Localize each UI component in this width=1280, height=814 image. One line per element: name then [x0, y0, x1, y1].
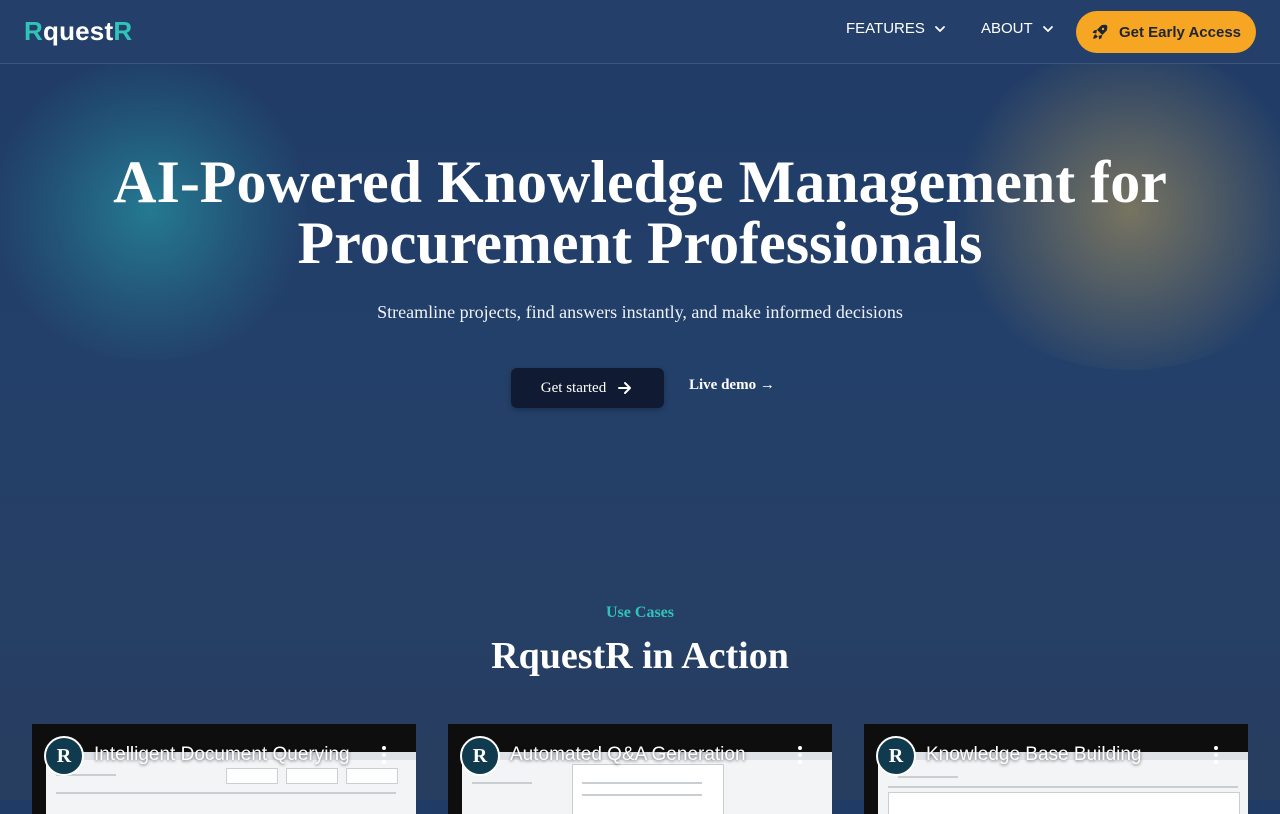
video-card-knowledge-base[interactable]: R Knowledge Base Building — [864, 724, 1248, 814]
use-cases-title: RquestR in Action — [491, 635, 789, 677]
logo-letter-middle: quest — [42, 16, 114, 46]
channel-avatar: R — [876, 736, 916, 776]
get-started-button[interactable]: Get started — [511, 368, 664, 408]
hero-title: AI-Powered Knowledge Management for Proc… — [0, 152, 1280, 274]
brand-logo[interactable]: RquestR — [24, 16, 132, 47]
video-card-document-querying[interactable]: R Intelligent Document Querying — [32, 724, 416, 814]
hero-subtitle: Streamline projects, find answers instan… — [377, 302, 903, 322]
video-card-qa-generation[interactable]: R Automated Q&A Generation — [448, 724, 832, 814]
channel-avatar: R — [44, 736, 84, 776]
top-navbar: RquestR FEATURES ABOUT Get Early Access — [0, 0, 1280, 64]
video-title: Intelligent Document Querying — [94, 744, 350, 765]
chevron-down-icon — [1042, 25, 1053, 32]
logo-letter-last: R — [113, 16, 133, 46]
more-options-icon[interactable] — [382, 746, 386, 766]
hero-title-line-2: Procurement Professionals — [297, 210, 983, 276]
nav-about-label: ABOUT — [981, 20, 1033, 37]
video-title: Automated Q&A Generation — [510, 744, 746, 765]
rocket-icon — [1092, 24, 1108, 40]
get-started-label: Get started — [540, 379, 607, 396]
logo-letter-first: R — [24, 16, 43, 46]
nav-features[interactable]: FEATURES — [846, 20, 947, 37]
nav-features-label: FEATURES — [846, 20, 925, 37]
chevron-down-icon — [935, 25, 945, 32]
get-early-access-label: Get Early Access — [1118, 23, 1242, 41]
live-demo-link[interactable]: Live demo → — [689, 377, 775, 394]
more-options-icon[interactable] — [1214, 746, 1218, 766]
more-options-icon[interactable] — [798, 746, 802, 766]
use-cases-label: Use Cases — [606, 604, 674, 621]
arrow-right-icon — [618, 382, 632, 394]
channel-avatar: R — [460, 736, 500, 776]
nav-about[interactable]: ABOUT — [981, 20, 1055, 37]
get-early-access-button[interactable]: Get Early Access — [1076, 11, 1256, 53]
video-title: Knowledge Base Building — [926, 744, 1142, 765]
hero-title-line-1: AI-Powered Knowledge Management for — [113, 149, 1167, 215]
